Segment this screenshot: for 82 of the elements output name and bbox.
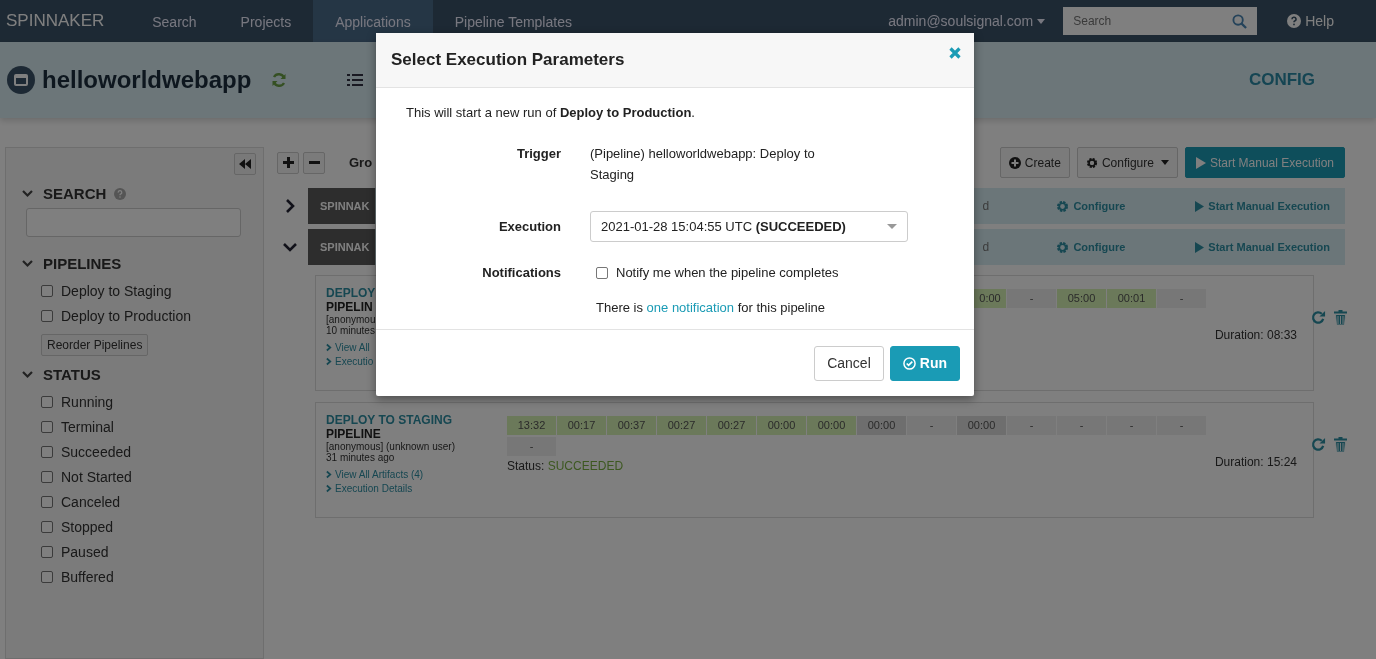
section-title: PIPELINES [43,255,122,272]
details-link[interactable]: Execution Details [326,483,424,494]
group-status: d [981,199,991,213]
reorder-button[interactable]: Reorder Pipelines [41,334,149,356]
checkbox-label: Not Started [61,468,132,485]
trigger-value: (Pipeline) helloworldwebapp: Deploy to Staging [590,145,816,184]
checkbox-label: Notify me when the pipeline completes [616,265,839,280]
start-execution-button[interactable]: Start Manual Execution [1184,147,1345,178]
status-label: Status: [507,459,545,473]
stage-duration[interactable]: 00:17 [557,416,606,435]
details-link[interactable]: View All [326,342,374,353]
app-name: helloworldwebapp [42,66,252,94]
checkbox-label: Deploy to Staging [61,282,172,299]
notification-note: There is one notification for this pipeline [596,300,827,315]
checkbox-label: Paused [61,543,109,560]
field-label: Notifications [481,265,561,282]
nav-tab[interactable]: Applications [313,0,433,42]
checkbox-label: Stopped [61,518,114,535]
stage-duration[interactable]: - [907,416,956,435]
stage-duration[interactable]: 00:27 [657,416,706,435]
stage-duration[interactable]: 00:00 [757,416,806,435]
details-link[interactable]: Executio [326,356,374,367]
field-label: Trigger [515,146,561,163]
checkbox-label: Succeeded [61,443,132,460]
configure-link[interactable]: Configure [1056,240,1126,254]
execution-type: PIPELINE [326,427,381,441]
field-label: Execution [497,219,561,234]
create-button[interactable]: Create [999,147,1070,178]
search-field[interactable]: Search [1063,7,1258,35]
stage-duration[interactable]: 00:27 [707,416,756,435]
stage-duration[interactable]: 0:00 [974,289,1006,308]
run-button[interactable]: Run [889,345,960,381]
group-name: SPINNAK [308,229,375,265]
brand-name[interactable]: SPINNAKER [0,11,131,31]
config-link[interactable]: CONFIG [1248,70,1315,90]
checkbox-label: Buffered [61,568,114,585]
duration: Duration: 15:24 [1214,455,1297,469]
stage-duration[interactable]: - [1107,416,1156,435]
status-value: SUCCEEDED [547,459,624,473]
configure-dropdown[interactable]: Configure [1076,147,1178,178]
intro-text: This will start a new run of Deploy to Production. [406,105,696,120]
stage-duration[interactable]: - [507,437,556,456]
stage-duration[interactable]: 00:00 [857,416,906,435]
group-label: Gro [349,155,373,170]
trigger-user: [anonymous] (unknown user) [326,441,455,452]
group-status: d [981,240,991,254]
section-title: SEARCH [43,185,107,202]
stage-duration[interactable]: - [1157,416,1206,435]
stage-duration[interactable]: 00:00 [957,416,1006,435]
cancel-button[interactable]: Cancel [814,345,884,381]
checkbox-label: Terminal [61,418,114,435]
stage-duration[interactable]: - [1157,289,1206,308]
trigger-user: [anonymou [326,314,376,325]
nav-tab[interactable]: Search [130,0,219,42]
start-execution-link[interactable]: Start Manual Execution [1195,200,1330,212]
time-ago: 10 minutes [326,325,375,336]
notification-link[interactable]: one notification [646,300,735,315]
configure-link[interactable]: Configure [1056,199,1126,213]
checkbox-label: Canceled [61,493,121,510]
execution-select[interactable]: 2021-01-28 15:04:55 UTC (SUCCEEDED) [590,211,908,242]
modal-title: Select Execution Parameters [391,50,625,70]
details-link[interactable]: View All Artifacts (4) [326,469,424,480]
execution-title[interactable]: DEPLOY [326,286,376,300]
start-execution-link[interactable]: Start Manual Execution [1195,241,1330,253]
stage-duration[interactable]: - [1057,416,1106,435]
stage-duration[interactable]: 00:00 [807,416,856,435]
time-ago: 31 minutes ago [326,452,395,463]
execution-type: PIPELIN [326,300,373,314]
section-title: STATUS [43,366,101,383]
user-menu[interactable]: admin@soulsignal.com [888,13,1046,29]
stage-duration[interactable]: 00:01 [1107,289,1156,308]
help-link[interactable]: Help [1287,13,1334,29]
group-name: SPINNAK [308,188,375,224]
checkbox-label: Deploy to Production [61,307,191,324]
stage-duration[interactable]: - [1007,416,1056,435]
stage-duration[interactable]: - [1007,289,1056,308]
checkbox-label: Running [61,393,114,410]
stage-duration[interactable]: 05:00 [1057,289,1106,308]
duration: Duration: 08:33 [1214,328,1297,342]
stage-duration[interactable]: 13:32 [507,416,556,435]
stage-duration[interactable]: 00:37 [607,416,656,435]
execution-title[interactable]: DEPLOY TO STAGING [326,413,453,427]
